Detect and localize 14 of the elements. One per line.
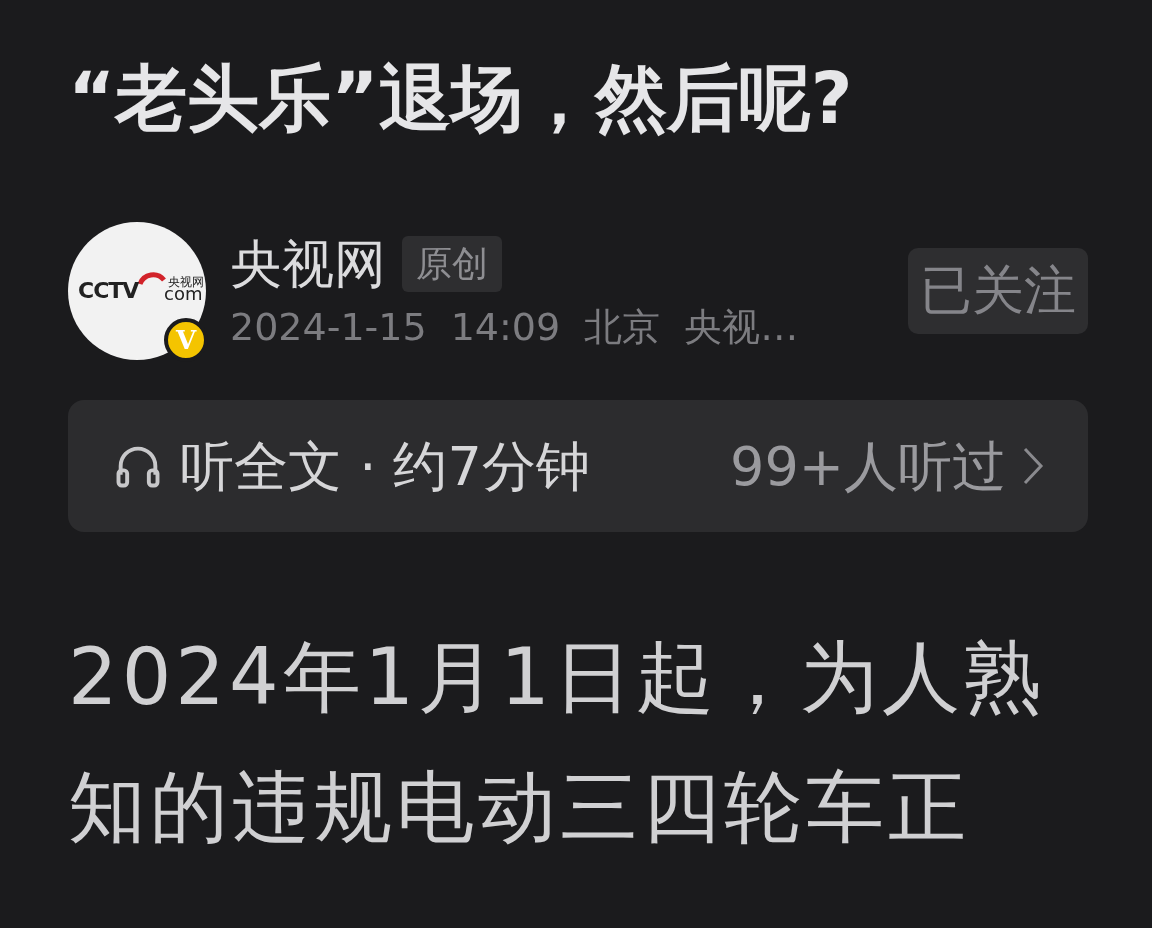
- original-tag: 原创: [402, 236, 502, 292]
- listen-label: 听全文 · 约7分钟: [180, 433, 590, 500]
- chevron-right-icon: [1022, 446, 1044, 486]
- listen-bar[interactable]: 听全文 · 约7分钟 99+人听过: [68, 400, 1088, 532]
- source: 央视…: [684, 307, 799, 346]
- follow-button[interactable]: 已关注: [908, 248, 1088, 334]
- publish-time: 14:09: [450, 307, 561, 346]
- author-name[interactable]: 央视网: [230, 238, 386, 290]
- article-paragraph: 2024年1月1日起，为人熟知的违规电动三四轮车正: [68, 631, 1047, 854]
- publish-date: 2024-1-15: [230, 307, 427, 346]
- listen-count: 99+人听过: [730, 433, 1006, 500]
- location: 北京: [584, 307, 661, 346]
- author-avatar[interactable]: CCTV 央视网 com V: [68, 222, 206, 360]
- article-title: “老头乐”退场，然后呢?: [68, 55, 854, 142]
